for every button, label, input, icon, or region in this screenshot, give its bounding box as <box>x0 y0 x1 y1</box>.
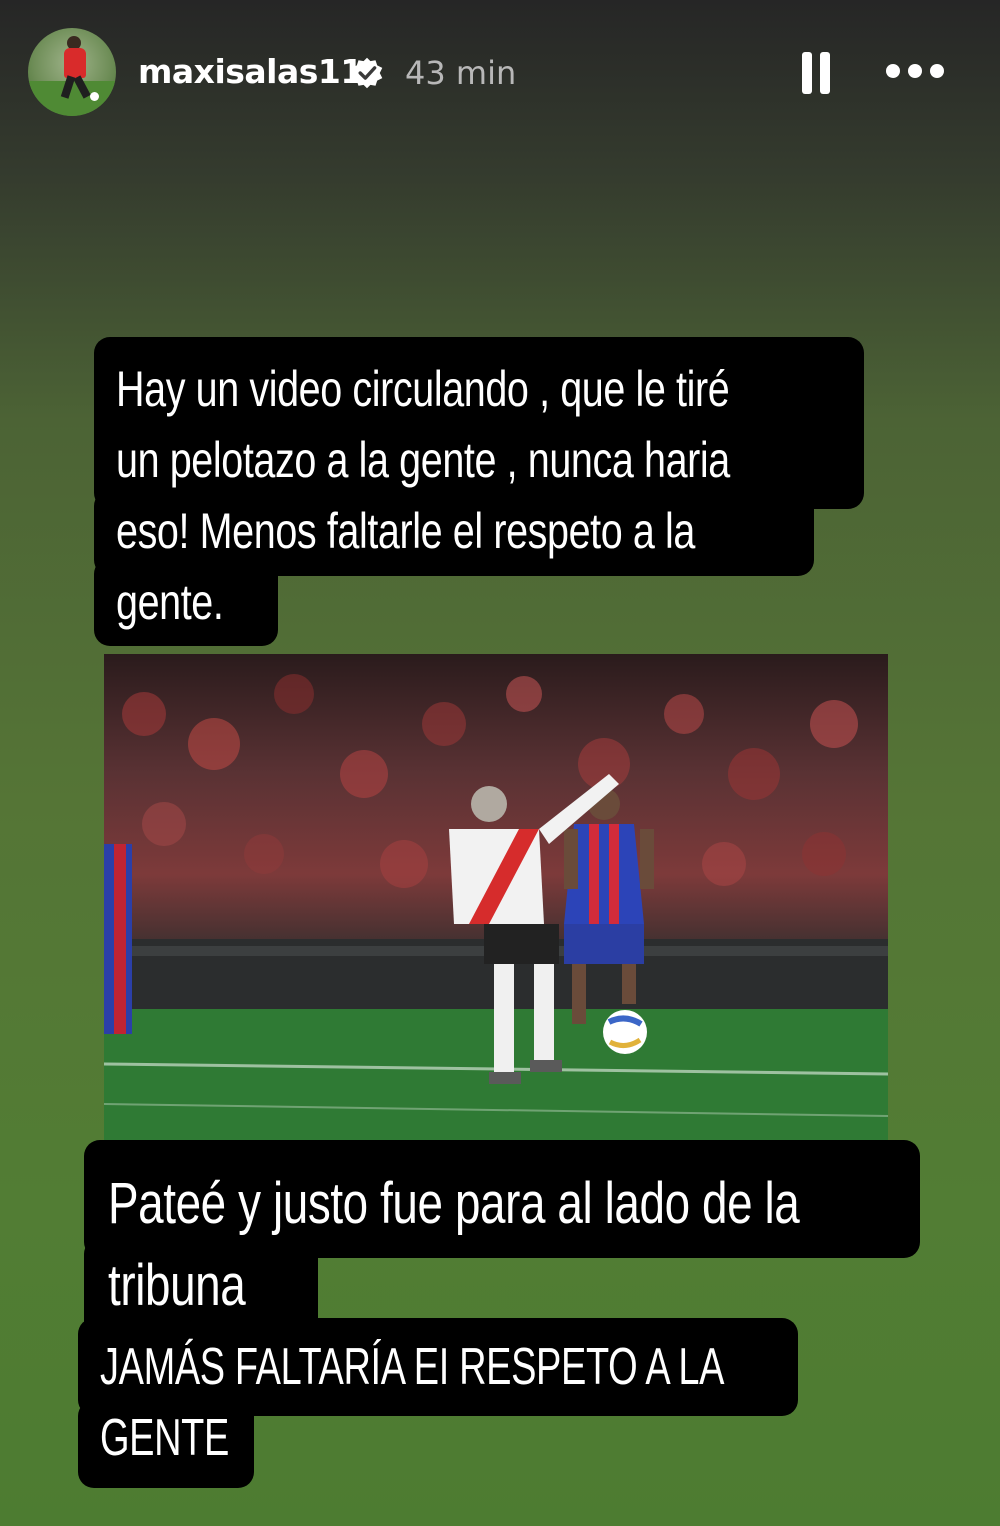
caption-line: eso! Menos faltarle el respeto a la <box>116 503 696 559</box>
caption-line: tribuna <box>108 1253 246 1318</box>
more-dot <box>886 64 900 78</box>
verified-badge-icon <box>351 57 383 89</box>
avatar-body <box>64 48 86 78</box>
caption-line: GENTE <box>100 1409 229 1467</box>
pause-icon[interactable] <box>800 52 832 94</box>
story-header: maxisalas11 43 min <box>0 0 1000 150</box>
match-photo <box>104 654 888 1140</box>
caption-line: Pateé y justo fue para al lado de la <box>108 1171 800 1236</box>
more-icon[interactable] <box>884 62 946 82</box>
avatar[interactable] <box>28 28 116 116</box>
caption-line: gente. <box>116 574 224 630</box>
more-dot <box>908 64 922 78</box>
more-dot <box>930 64 944 78</box>
post-time: 43 min <box>405 54 517 92</box>
caption-line: JAMÁS FALTARÍA EI RESPETO A LA <box>100 1338 725 1396</box>
caption-line: un pelotazo a la gente , nunca haria <box>116 432 730 488</box>
pause-bar <box>802 52 812 94</box>
avatar-ball <box>90 92 99 101</box>
pause-bar <box>820 52 830 94</box>
match-photo-illustration <box>104 674 888 1140</box>
caption-line: Hay un video circulando , que le tiré <box>116 361 730 417</box>
username[interactable]: maxisalas11 <box>138 52 363 91</box>
